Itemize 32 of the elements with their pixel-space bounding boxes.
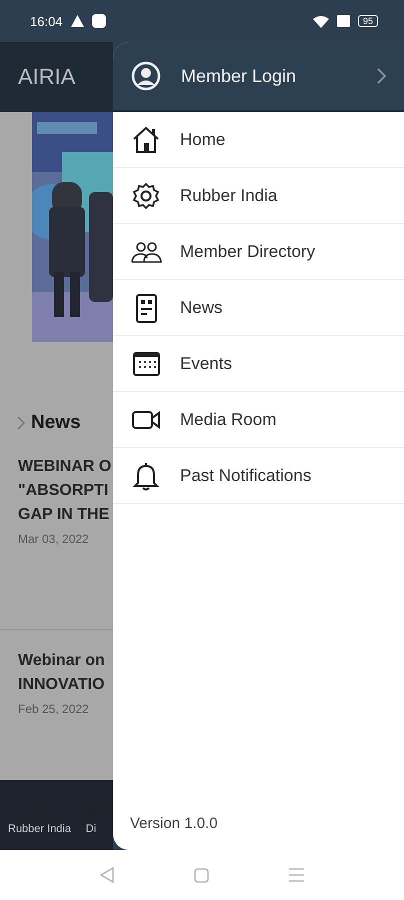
chevron-icon (377, 68, 386, 84)
back-icon[interactable] (100, 867, 114, 883)
menu-item[interactable]: News (113, 280, 404, 336)
menu-item[interactable]: Home (113, 112, 404, 168)
version-text: Version 1.0.0 (129, 815, 219, 834)
avatar-icon (131, 61, 161, 91)
article-title[interactable]: INNOVATIO (18, 674, 113, 696)
menu-item[interactable]: Events (113, 336, 404, 392)
chevron-icon (17, 416, 25, 430)
article-date: Feb 25, 2022 (18, 702, 90, 716)
section-title: News (31, 412, 81, 434)
wifi-icon (312, 14, 329, 28)
sim-icon (336, 15, 350, 27)
clock-time: 16:04 (30, 14, 63, 28)
member-login-link[interactable]: Member Login (181, 66, 357, 86)
notification-icon (92, 14, 106, 28)
app-title: AIRIA (18, 64, 76, 90)
menu-icon[interactable] (289, 868, 304, 882)
article-title[interactable]: Webinar on (18, 650, 113, 672)
nav-tab[interactable]: Rubber India (8, 823, 71, 835)
menu-item[interactable]: Rubber India (113, 168, 404, 224)
battery-indicator: 95 (358, 15, 378, 27)
menu-item[interactable]: Past Notifications (113, 448, 404, 504)
article-title[interactable]: "ABSORPTI (18, 480, 113, 502)
article-title[interactable]: GAP IN THE (18, 504, 113, 526)
menu-item[interactable]: Media Room (113, 392, 404, 448)
menu-item[interactable]: Member Directory (113, 224, 404, 280)
nav-tab[interactable]: Di (86, 823, 96, 835)
home-icon[interactable] (194, 868, 209, 882)
warning-icon (70, 15, 84, 27)
article-title[interactable]: WEBINAR O (18, 456, 113, 478)
article-date: Mar 03, 2022 (18, 532, 90, 546)
